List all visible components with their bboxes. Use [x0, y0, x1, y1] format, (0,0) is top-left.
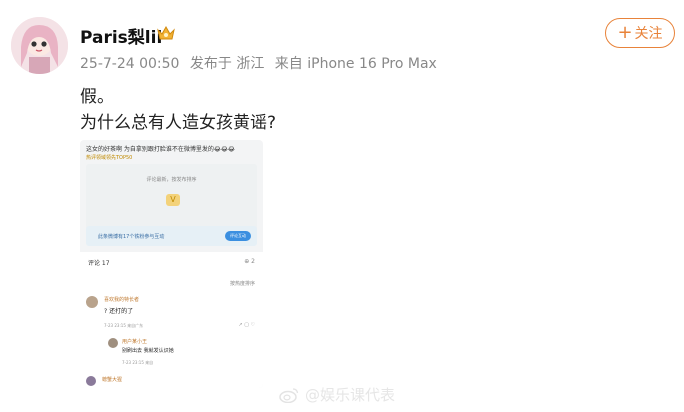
- screenshot-comment1-icons: ↗ ▢ ♡: [238, 322, 255, 328]
- post-meta: 25-7-24 00:50 发布于 浙江 来自 iPhone 16 Pro Ma…: [80, 53, 443, 73]
- screenshot-comment1-text: ? 还打的了: [104, 308, 134, 315]
- screenshot-comments-area: [80, 252, 263, 388]
- watermark: @娱乐课代表: [279, 384, 395, 405]
- watermark-text: @娱乐课代表: [305, 386, 396, 404]
- post-text-line-2: 为什么总有人造女孩黄谣?: [80, 113, 277, 133]
- screenshot-comment1-name: 喜欢我的特长者: [104, 297, 140, 303]
- post-timestamp[interactable]: 25-7-24 00:50: [80, 56, 179, 72]
- follow-label: 关注: [634, 26, 663, 42]
- screenshot-card-text: 评论最新，按发布排序: [146, 177, 197, 183]
- screenshot-fans-text: 此条微博有17个铁粉参与互动: [98, 234, 165, 240]
- screenshot-hot-badge: 热评领域领先TOP50: [86, 155, 133, 161]
- screenshot-card: 评论最新，按发布排序 V: [86, 164, 257, 230]
- screenshot-reply1-text: 别刷出去 我就发认识她: [122, 348, 174, 354]
- crown-badge-icon: [157, 25, 175, 40]
- screenshot-sort-label: 按热度排序: [229, 281, 255, 287]
- post-image-screenshot[interactable]: 这女的好茶啊 为自拿别跟打脸谁不在微博里发的😂😂😂 热评领域领先TOP50 评论…: [80, 140, 263, 388]
- screenshot-comment2-avatar: [86, 376, 96, 386]
- weibo-logo-icon: [279, 387, 299, 403]
- post-text-line-1: 假。: [80, 87, 114, 107]
- screenshot-reply1-date: 7-23 23:15 来自: [122, 360, 154, 365]
- screenshot-comment2-name: 螃蟹大猩: [102, 377, 123, 383]
- screenshot-reply1-name: 用户某小王: [122, 339, 148, 345]
- screenshot-header: 这女的好茶啊 为自拿别跟打脸谁不在微博里发的😂😂😂: [86, 146, 235, 153]
- post-location: 发布于 浙江: [189, 56, 265, 72]
- screenshot-reply1-avatar: [108, 338, 118, 348]
- screenshot-fans-bar: 此条微博有17个铁粉参与互动 评论互动: [86, 226, 257, 246]
- username[interactable]: Paris梨lii: [80, 23, 162, 48]
- post-device: 来自 iPhone 16 Pro Max: [274, 56, 437, 72]
- screenshot-comment1-avatar: [86, 296, 98, 308]
- screenshot-comment1-date: 7-23 23:15 来自广东: [104, 323, 144, 328]
- screenshot-fans-button: 评论互动: [225, 231, 251, 241]
- screenshot-share-count: ⊕ 2: [244, 258, 255, 265]
- screenshot-comment-count: 评论 17: [88, 260, 110, 267]
- weibo-v-icon: V: [166, 194, 180, 206]
- avatar[interactable]: [11, 17, 68, 74]
- follow-button[interactable]: + 关注: [605, 18, 675, 48]
- plus-icon: +: [617, 22, 633, 43]
